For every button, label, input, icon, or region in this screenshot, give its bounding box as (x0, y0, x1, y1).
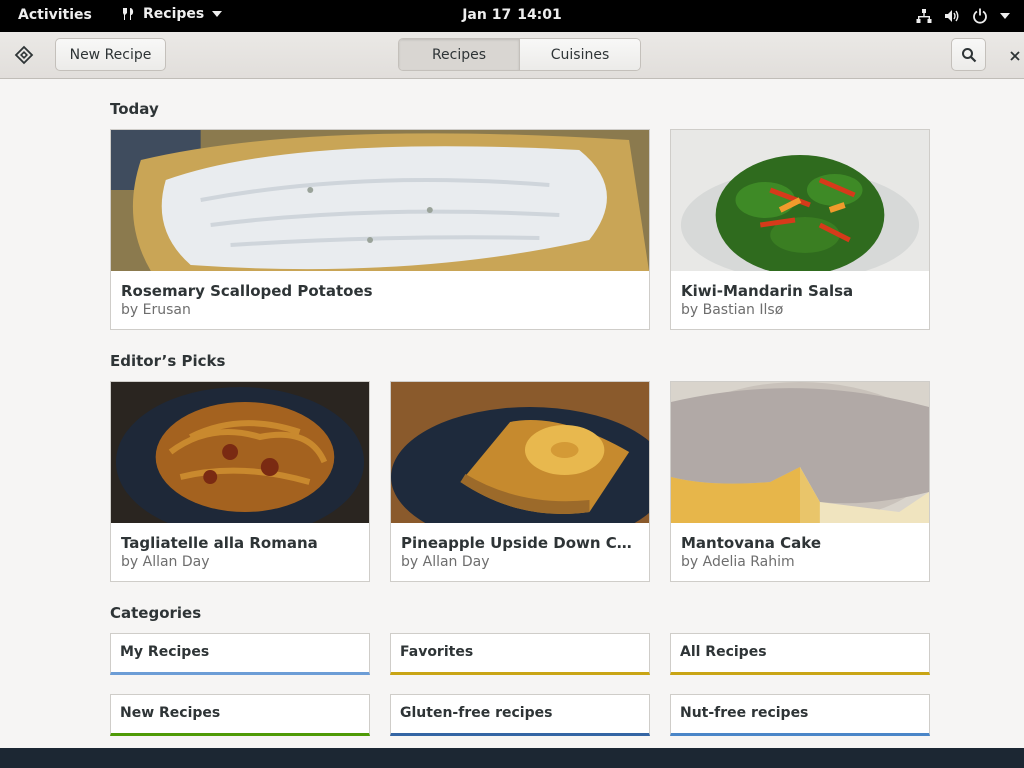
category-my-recipes[interactable]: My Recipes (110, 633, 370, 675)
system-menu[interactable] (916, 8, 1010, 24)
category-label: Gluten-free recipes (400, 705, 553, 721)
chevron-down-icon (1000, 13, 1010, 19)
category-label: All Recipes (680, 644, 767, 660)
search-icon (961, 47, 976, 62)
recipe-card[interactable]: Mantovana Cake by Adelia Rahim (670, 381, 930, 582)
section-title-editors-picks: Editor’s Picks (110, 352, 226, 370)
recipe-image-scalloped-potatoes (111, 130, 649, 271)
power-icon (973, 8, 987, 24)
network-icon (916, 9, 932, 23)
category-gluten-free[interactable]: Gluten-free recipes (390, 694, 650, 736)
category-all-recipes[interactable]: All Recipes (670, 633, 930, 675)
clock-time: 14:01 (517, 7, 562, 23)
tab-cuisines[interactable]: Cuisines (519, 39, 640, 70)
close-icon[interactable] (1005, 46, 1024, 66)
recipe-image-pineapple-cake (391, 382, 649, 523)
recipe-author: by Adelia Rahim (681, 554, 795, 570)
recipe-image-tagliatelle (111, 382, 369, 523)
clock[interactable]: Jan 17 14:01 (0, 7, 1024, 23)
category-label: Nut-free recipes (680, 705, 809, 721)
desktop-background (0, 748, 1024, 768)
recipes-overview: Today Rosemary Scalloped Potatoes by Eru… (0, 80, 1024, 748)
recipe-card[interactable]: Tagliatelle alla Romana by Allan Day (110, 381, 370, 582)
category-new-recipes[interactable]: New Recipes (110, 694, 370, 736)
recipe-author: by Erusan (121, 302, 191, 318)
recipe-card[interactable]: Rosemary Scalloped Potatoes by Erusan (110, 129, 650, 330)
recipe-image-spinach-salad (671, 130, 929, 271)
new-recipe-button[interactable]: New Recipe (55, 38, 166, 71)
recipe-name: Pineapple Upside Down Cake … (401, 534, 639, 552)
recipe-author: by Bastian Ilsø (681, 302, 784, 318)
category-label: Favorites (400, 644, 474, 660)
recipe-name: Rosemary Scalloped Potatoes (121, 282, 373, 300)
top-bar: Activities Recipes Jan 17 14:01 (0, 0, 1024, 32)
category-nut-free[interactable]: Nut-free recipes (670, 694, 930, 736)
recipe-image-mantovana-cake (671, 382, 929, 523)
recipe-name: Kiwi-Mandarin Salsa (681, 282, 854, 300)
recipe-author: by Allan Day (401, 554, 490, 570)
volume-icon (945, 10, 959, 22)
category-favorites[interactable]: Favorites (390, 633, 650, 675)
recipe-card[interactable]: Pineapple Upside Down Cake … by Allan Da… (390, 381, 650, 582)
section-title-categories: Categories (110, 604, 202, 622)
section-title-today: Today (110, 100, 159, 118)
header-bar: New Recipe Recipes Cuisines (0, 32, 1024, 79)
view-switcher: Recipes Cuisines (398, 38, 641, 71)
recipe-name: Mantovana Cake (681, 534, 822, 552)
recipe-name: Tagliatelle alla Romana (121, 534, 318, 552)
tab-recipes[interactable]: Recipes (399, 39, 519, 70)
app-logo-icon (14, 45, 34, 65)
category-label: New Recipes (120, 705, 221, 721)
search-button[interactable] (951, 38, 986, 71)
recipe-card[interactable]: Kiwi-Mandarin Salsa by Bastian Ilsø (670, 129, 930, 330)
recipe-author: by Allan Day (121, 554, 210, 570)
category-label: My Recipes (120, 644, 210, 660)
recipes-window: New Recipe Recipes Cuisines Today Rosema… (0, 32, 1024, 748)
clock-date: Jan 17 (462, 7, 512, 23)
